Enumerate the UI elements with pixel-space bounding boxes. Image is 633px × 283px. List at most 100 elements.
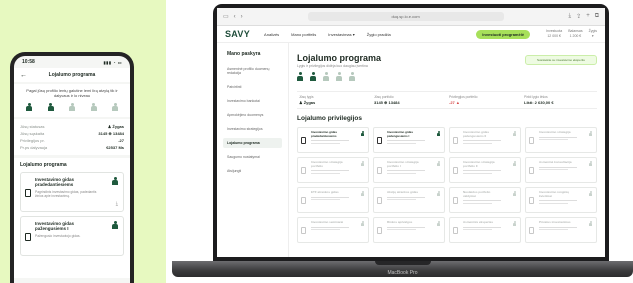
sidebar-item[interactable]: Saugumo nustatymai	[223, 152, 282, 162]
share-icon[interactable]: ⇪	[576, 13, 581, 20]
card-title: Rinkos apžvalgos	[387, 220, 413, 224]
status-time: 10:58	[22, 59, 35, 65]
privilege-card[interactable]: Investavimo strategija portfelio I	[373, 157, 445, 183]
privilege-card[interactable]: Investavimo gidas pažengusiems I Pažengu…	[20, 215, 124, 256]
card-title: Asmeninis ekspertas	[463, 220, 494, 224]
card-text-line	[387, 229, 416, 231]
address-bar[interactable]: duq.sp.lo.e.com	[307, 12, 504, 21]
nav-item[interactable]: Analizės	[264, 32, 279, 37]
privilege-card[interactable]: Investavimo gidas pažengusiems II	[449, 127, 521, 153]
nav-item[interactable]: Investavimas ▾	[328, 32, 354, 37]
privilege-card[interactable]: Investavimo strategija portfelio	[297, 157, 369, 183]
level-person-icon	[47, 102, 54, 112]
document-icon	[377, 227, 382, 234]
card-text-line	[539, 226, 578, 228]
privilege-card[interactable]: Nuolaidos portfelio valdymui	[449, 187, 521, 213]
expert-notice[interactable]: Susisiekite su investavimo eksperitu	[525, 55, 597, 65]
invest-cta-button[interactable]: Investuoti programėlė	[476, 29, 531, 39]
document-icon	[529, 137, 534, 144]
nav-item[interactable]: Mano portfelis	[291, 32, 316, 37]
card-text-line	[539, 169, 568, 171]
document-icon	[25, 188, 31, 197]
sidebar-item[interactable]: Asmeninė profilio duomenų redakcija	[223, 64, 282, 78]
person-icon	[437, 221, 440, 226]
privilege-card[interactable]: Rinkos apžvalgos	[373, 217, 445, 243]
stat-row: Pr.ps dalyvauja €2537 Ms	[20, 144, 124, 150]
card-text-line	[463, 202, 492, 204]
intro-text: Pagal jūsų profilio lentų galutine lemi …	[26, 88, 118, 99]
phone-header-title: Lojalumo programa	[48, 72, 96, 78]
card-text-line	[539, 200, 578, 202]
sidebar-item[interactable]: Apmokėjimo duomenys	[223, 110, 282, 120]
person-icon	[589, 191, 592, 196]
level-person-icon	[310, 72, 316, 81]
privilege-card[interactable]: Investavimo renginių kvietimai	[525, 187, 597, 213]
nav-item[interactable]: Žygio pradžia	[367, 32, 391, 37]
forward-icon[interactable]: ›	[241, 14, 243, 20]
card-text-line	[463, 142, 492, 144]
sidebar-item-loyalty[interactable]: Lojalumo programa	[223, 138, 282, 148]
person-icon	[361, 131, 364, 136]
person-icon	[437, 131, 440, 136]
new-tab-icon[interactable]: +	[586, 13, 590, 20]
phone-stats: Jūsų statusas ♟ Žygas Jūsų sąskaita 3145 ⊕…	[14, 118, 130, 155]
document-icon	[453, 197, 458, 204]
person-icon	[437, 161, 440, 166]
card-text-line	[539, 139, 568, 141]
card-text-line	[463, 172, 492, 174]
card-title: Investavimo strategija	[539, 130, 571, 134]
card-text-line	[387, 199, 416, 201]
tabs-icon[interactable]: ⧉	[595, 13, 599, 20]
nav-stat: Balansas 1 200 €	[568, 29, 583, 38]
stat-col: Jūsų lygis ♟ Žygas	[299, 95, 316, 105]
card-title: Investavimo renginių kvietimai	[539, 190, 570, 198]
privilege-card[interactable]: Investavimo strategija	[525, 127, 597, 153]
privilege-card[interactable]: Asmeninis ekspertas	[449, 217, 521, 243]
privilege-card[interactable]: Investavimo gidas pradedantiesiems	[297, 127, 369, 153]
back-icon[interactable]: ‹	[234, 14, 236, 20]
privileges-title: Lojalumo privilegijos	[297, 115, 363, 122]
level-person-icon	[336, 72, 342, 81]
card-text-line	[387, 142, 416, 144]
level-person-icon	[323, 72, 329, 81]
account-sidebar: Mano paskyra Asmeninė profilio duomenų r…	[217, 43, 289, 257]
privilege-card[interactable]: Investavimo gidas pradedantiesiems Pagri…	[20, 171, 124, 212]
download-icon[interactable]: ⤓	[116, 201, 118, 207]
card-text-line	[463, 170, 502, 172]
privilege-card[interactable]: Investavimo gidas pažengusiems I	[373, 127, 445, 153]
back-arrow-icon[interactable]: ←	[20, 72, 27, 79]
card-text-line	[311, 196, 350, 198]
card-title: Investavimo gidas pradedantiesiems	[35, 176, 75, 188]
person-icon	[513, 131, 516, 136]
card-text-line	[311, 140, 350, 142]
card-text-line	[539, 229, 568, 231]
privilege-card[interactable]: Privatus investavimas	[525, 217, 597, 243]
sidebar-item[interactable]: Investavimo strategijos	[223, 124, 282, 134]
sidebar-toggle-icon[interactable]: ▭	[223, 13, 229, 20]
profile-menu[interactable]: Žygis ▾	[589, 29, 597, 38]
sidebar-item-logout[interactable]: Atsijungti	[223, 166, 282, 176]
document-icon	[529, 167, 534, 174]
privilege-card[interactable]: Investavimo seminarai	[297, 217, 369, 243]
person-icon	[589, 131, 592, 136]
phone-privileges-section: Lojalumo programa Investavimo gidas prad…	[14, 157, 130, 278]
card-subtitle: Pagrindinis investavimo gidas, padedanti…	[35, 190, 97, 199]
card-title: ETF atrankos gidas	[311, 190, 339, 194]
privilege-card[interactable]: ETF atrankos gidas	[297, 187, 369, 213]
sidebar-item[interactable]: Patvirtinti	[223, 82, 282, 92]
page-body: Mano paskyra Asmeninė profilio duomenų r…	[217, 43, 605, 257]
privilege-card[interactable]: Akcijų atrankos gidas	[373, 187, 445, 213]
brand-logo[interactable]: SAVY	[225, 29, 250, 39]
privilege-card[interactable]: Asmeninė konsultacija	[525, 157, 597, 183]
card-text-line	[387, 170, 426, 172]
card-title: Investavimo strategija portfelio I	[387, 160, 419, 168]
level-person-icon	[26, 102, 32, 112]
stat-row: Jūsų statusas ♟ Žygas	[20, 123, 124, 129]
person-icon	[589, 221, 592, 226]
stat-col: Jūsų portfolio 3145 ⊕ 13484	[374, 95, 400, 105]
card-title: Investavimo gidas pradedantiesiems	[311, 130, 338, 138]
download-icon[interactable]: ⤓	[569, 13, 572, 20]
person-icon	[513, 191, 516, 196]
privilege-card[interactable]: Investavimo strategija portfelio II	[449, 157, 521, 183]
sidebar-item[interactable]: Investavimo bankotai	[223, 96, 282, 106]
